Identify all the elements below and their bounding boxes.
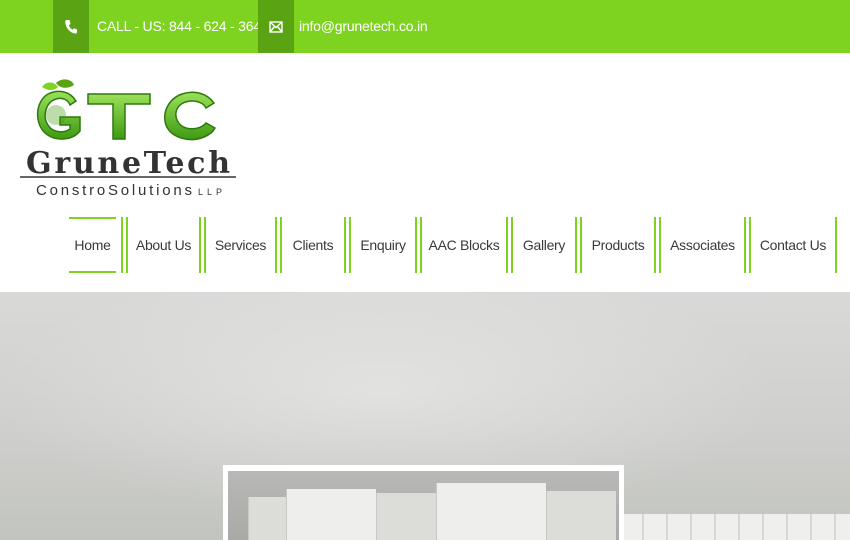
email-link[interactable]: info@grunetech.co.in (299, 0, 428, 53)
nav-products[interactable]: Products (582, 217, 654, 273)
nav-divider (575, 217, 582, 273)
nav-contact-us[interactable]: Contact Us (751, 217, 835, 273)
nav-associates[interactable]: Associates (661, 217, 744, 273)
phone-icon (53, 0, 89, 53)
nav-divider (835, 217, 837, 273)
nav-divider (506, 217, 513, 273)
hero-stacked-blocks (620, 514, 850, 540)
nav-divider (344, 217, 351, 273)
nav-divider (199, 217, 206, 273)
nav-divider (654, 217, 661, 273)
nav-gallery[interactable]: Gallery (513, 217, 575, 273)
nav-about-us[interactable]: About Us (128, 217, 199, 273)
nav-divider (275, 217, 282, 273)
nav-home[interactable]: Home (64, 217, 121, 273)
envelope-icon (258, 0, 294, 53)
site-header: GruneTech ConstroSolutions LLP Home Abou… (0, 53, 850, 292)
hero-banner (0, 292, 850, 540)
nav-aac-blocks[interactable]: AAC Blocks (422, 217, 506, 273)
logo-suffix: LLP (198, 187, 222, 197)
main-nav: Home About Us Services Clients Enquiry A… (64, 217, 837, 273)
gtc-logo[interactable]: GruneTech ConstroSolutions LLP (18, 77, 240, 203)
nav-divider (744, 217, 751, 273)
hero-photo-frame (223, 465, 624, 540)
logo-name: GruneTech (26, 146, 230, 181)
nav-services[interactable]: Services (206, 217, 275, 273)
top-contact-bar: CALL - US: 844 - 624 - 3640 info@grunete… (0, 0, 850, 53)
phone-number[interactable]: CALL - US: 844 - 624 - 3640 (97, 0, 269, 53)
logo-tagline: ConstroSolutions (36, 182, 192, 199)
aac-blocks-photo (228, 471, 619, 540)
nav-divider (415, 217, 422, 273)
nav-divider (121, 217, 128, 273)
nav-clients[interactable]: Clients (282, 217, 344, 273)
nav-enquiry[interactable]: Enquiry (351, 217, 415, 273)
